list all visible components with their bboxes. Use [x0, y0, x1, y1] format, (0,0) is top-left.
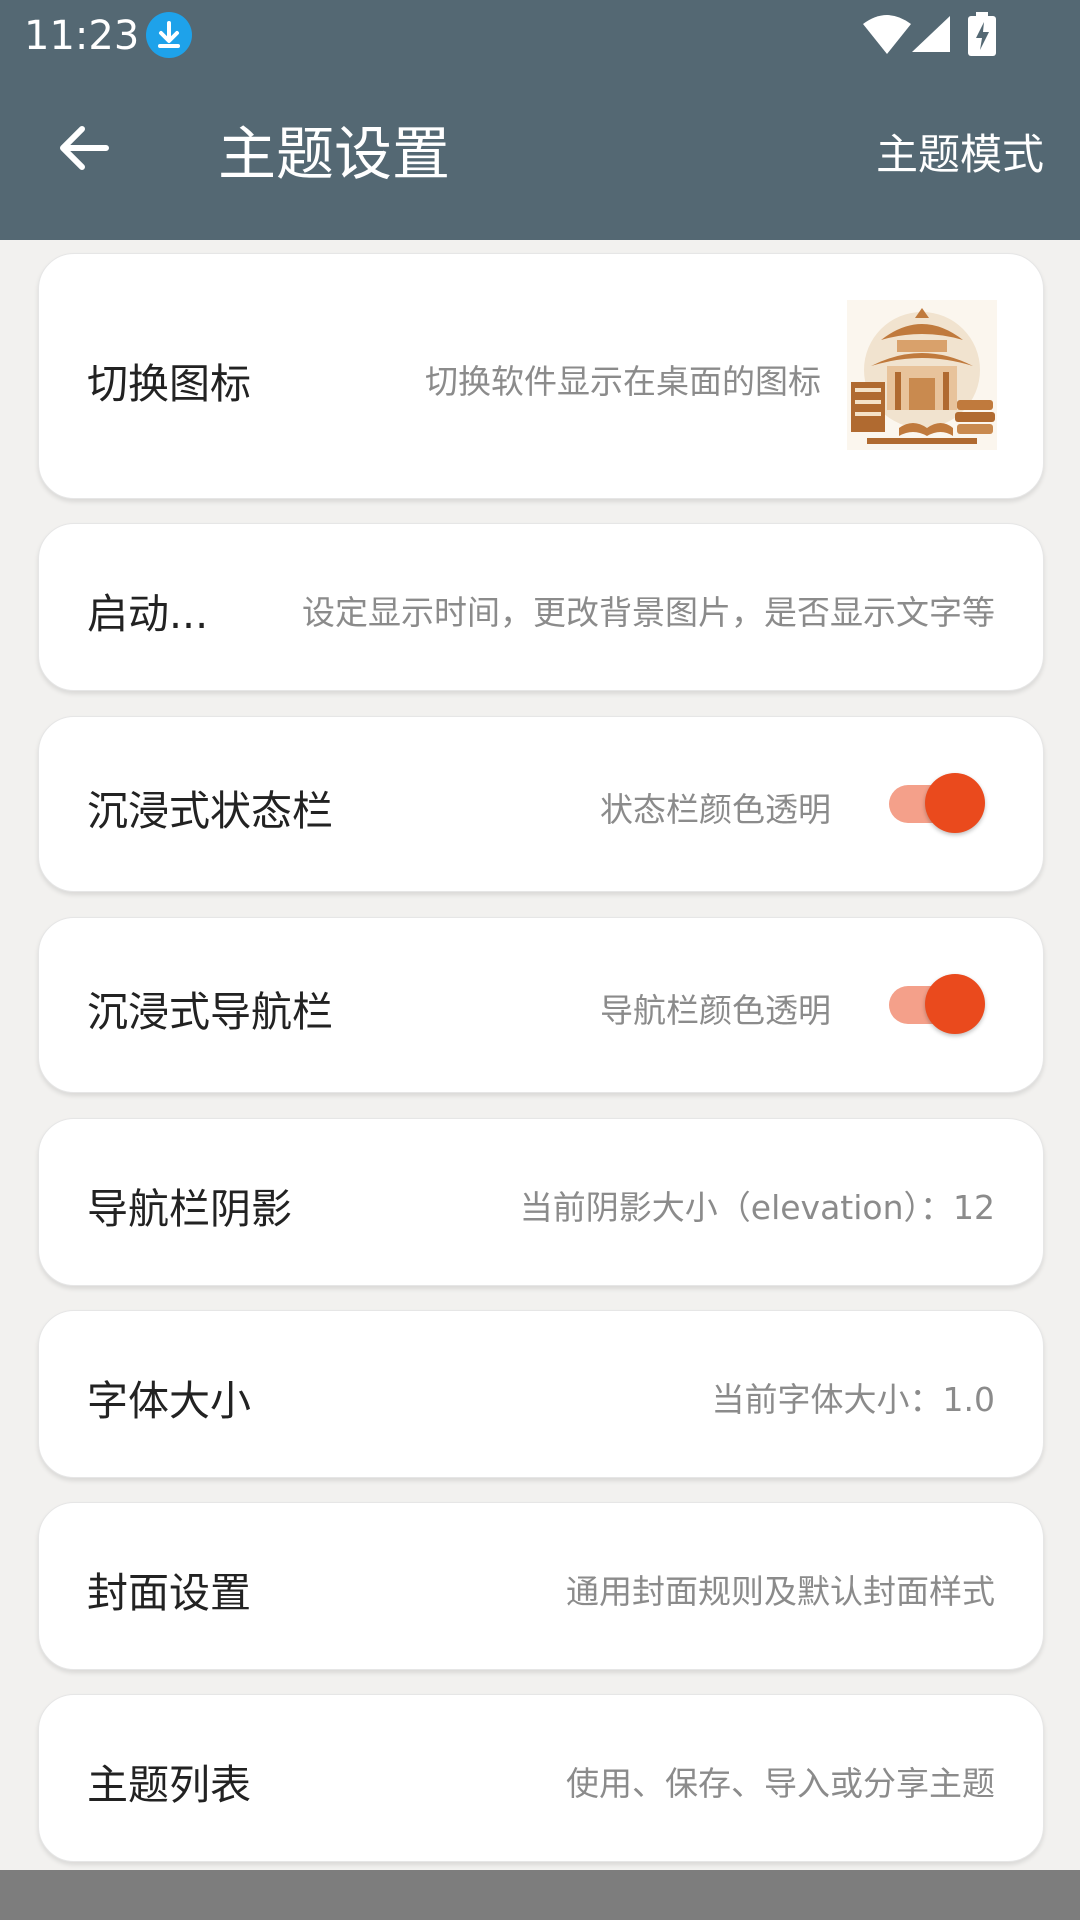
download-icon: [146, 12, 192, 58]
wifi-icon: [862, 12, 912, 60]
setting-subtitle: 设定显示时间，更改背景图片，是否显示文字等: [302, 593, 995, 632]
setting-title: 封面设置: [87, 1569, 251, 1617]
setting-immersive-nav-bar[interactable]: 沉浸式导航栏 导航栏颜色透明: [38, 917, 1044, 1093]
setting-title: 切换图标: [87, 360, 251, 408]
app-bar: 主题设置 主题模式: [0, 72, 1080, 240]
setting-launch[interactable]: 启动... 设定显示时间，更改背景图片，是否显示文字等: [38, 523, 1044, 691]
setting-subtitle: 状态栏颜色透明: [600, 790, 831, 829]
setting-title: 启动...: [87, 590, 209, 638]
back-button[interactable]: [48, 112, 120, 184]
setting-title: 沉浸式状态栏: [87, 787, 333, 835]
toggle-knob: [925, 974, 985, 1034]
setting-title: 沉浸式导航栏: [87, 988, 333, 1036]
theme-mode-button[interactable]: 主题模式: [876, 128, 1044, 182]
setting-nav-bar-shadow[interactable]: 导航栏阴影 当前阴影大小（elevation）：12: [38, 1118, 1044, 1286]
status-bar-toggle[interactable]: [881, 763, 985, 843]
setting-title: 字体大小: [87, 1377, 251, 1425]
setting-subtitle: 通用封面规则及默认封面样式: [566, 1572, 995, 1611]
battery-charging-icon: [968, 12, 996, 60]
setting-subtitle: 导航栏颜色透明: [600, 991, 831, 1030]
setting-immersive-status-bar[interactable]: 沉浸式状态栏 状态栏颜色透明: [38, 716, 1044, 892]
pavilion-library-icon: [847, 300, 997, 450]
page-title: 主题设置: [218, 120, 451, 188]
setting-title: 主题列表: [87, 1761, 251, 1809]
nav-bar-toggle[interactable]: [881, 964, 985, 1044]
status-bar: 11:23: [0, 0, 1080, 72]
arrow-left-icon: [60, 126, 109, 170]
setting-subtitle: 切换软件显示在桌面的图标: [425, 362, 821, 401]
app-icon-thumbnail[interactable]: [847, 300, 997, 450]
setting-font-size[interactable]: 字体大小 当前字体大小：1.0: [38, 1310, 1044, 1478]
setting-cover[interactable]: 封面设置 通用封面规则及默认封面样式: [38, 1502, 1044, 1670]
toggle-knob: [925, 773, 985, 833]
system-navigation-bar: [0, 1870, 1080, 1920]
cell-signal-icon: [910, 14, 952, 58]
setting-subtitle: 当前字体大小：1.0: [711, 1380, 995, 1419]
setting-subtitle: 使用、保存、导入或分享主题: [566, 1764, 995, 1803]
setting-theme-list[interactable]: 主题列表 使用、保存、导入或分享主题: [38, 1694, 1044, 1862]
setting-subtitle: 当前阴影大小（elevation）：12: [519, 1188, 995, 1227]
setting-switch-icon[interactable]: 切换图标 切换软件显示在桌面的图标: [38, 253, 1044, 499]
setting-title: 导航栏阴影: [87, 1185, 292, 1233]
status-time: 11:23: [24, 13, 140, 59]
